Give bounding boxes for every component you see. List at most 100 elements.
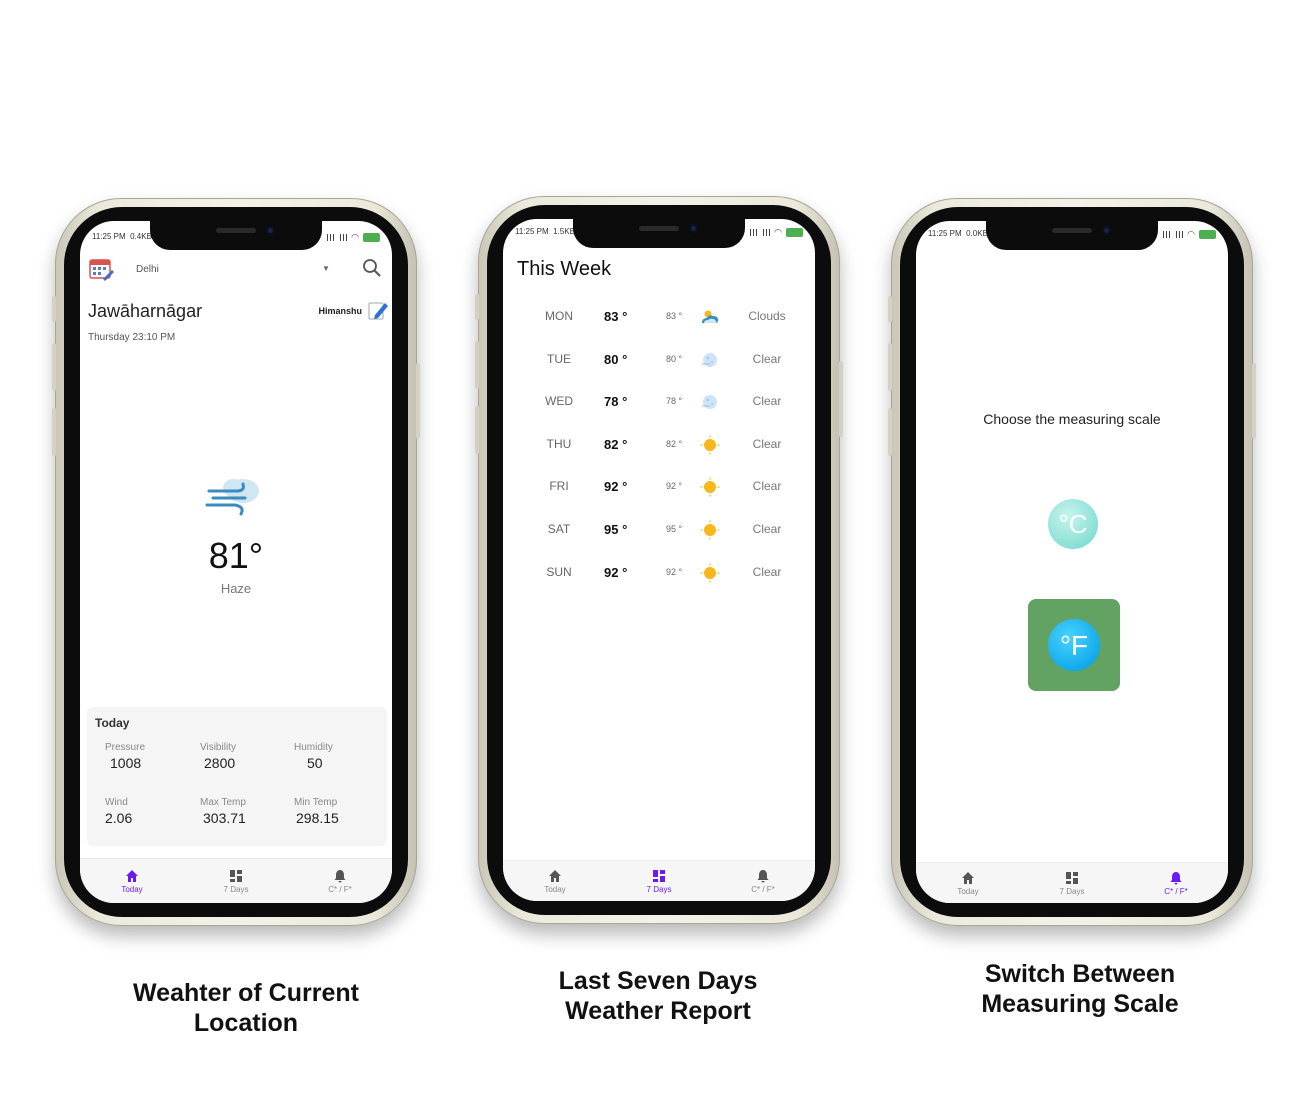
sun-icon	[700, 563, 720, 583]
day-condition: Clear	[752, 564, 782, 579]
bottom-nav: Today 7 Days C* / F*	[503, 860, 815, 901]
day-condition: Clear	[752, 522, 782, 536]
calendar-icon[interactable]	[89, 257, 115, 283]
user-name: Himanshu	[318, 306, 362, 316]
day-row: WED 78 ° 78 ° Clear	[503, 394, 815, 414]
day-condition: Clouds	[748, 309, 786, 323]
day-row: MON 83 ° 83 ° Clouds	[503, 309, 815, 329]
day-low-temp: 82 °	[666, 438, 683, 449]
sun-icon	[700, 477, 720, 497]
nav-today[interactable]: Today	[916, 863, 1020, 903]
card-title: Today	[95, 716, 130, 730]
day-label: TUE	[547, 351, 571, 366]
nav-7-days[interactable]: 7 Days	[184, 859, 288, 903]
nav-scale[interactable]: C* / F*	[711, 861, 815, 901]
day-label: FRI	[549, 479, 569, 494]
day-row: TUE 80 ° 80 ° Clear	[503, 352, 815, 372]
dashboard-icon	[1066, 871, 1078, 884]
fahrenheit-label: °F	[1060, 630, 1088, 661]
battery-icon	[786, 228, 803, 237]
screen-scale: 11:25 PM 0.0KB/s ◠ Choose the measuring …	[916, 221, 1228, 903]
dashboard-icon	[653, 869, 665, 882]
day-row: SAT 95 ° 95 ° Clear	[503, 520, 815, 542]
phone-scale-switch: 11:25 PM 0.0KB/s ◠ Choose the measuring …	[888, 198, 1256, 926]
nav-7-days[interactable]: 7 Days	[1020, 863, 1124, 903]
current-temperature: 81°	[208, 535, 264, 576]
sun-icon	[700, 435, 720, 455]
day-low-temp: 83 °	[666, 311, 683, 321]
day-low-temp: 78 °	[666, 396, 683, 407]
bottom-nav: Today 7 Days C* / F*	[80, 858, 392, 903]
day-high-temp: 92 °	[604, 479, 628, 495]
caption-current-weather: Weahter of Current Location	[133, 979, 359, 1037]
date-time: Thursday 23:10 PM	[88, 332, 176, 343]
stat-pressure: Pressure 1008	[105, 742, 146, 771]
bell-icon	[1170, 871, 1182, 884]
phone-weekly-report: 11:25 PM 1.5KB/s ◠ This Week MON 83 ° 83 °…	[475, 196, 843, 924]
celsius-label: °C	[1058, 509, 1087, 539]
day-low-temp: 92 °	[666, 481, 683, 492]
stat-min-temp: Min Temp 298.15	[294, 797, 339, 826]
fahrenheit-button[interactable]: °F	[1048, 619, 1100, 671]
caption-weekly-report: Last Seven Days Weather Report	[558, 967, 758, 1025]
day-high-temp: 82 °	[604, 436, 628, 452]
day-low-temp: 95 °	[666, 524, 683, 534]
day-row: FRI 92 ° 92 ° Clear	[503, 477, 815, 499]
edit-icon[interactable]	[367, 299, 389, 321]
day-row: SUN 92 ° 92 ° Clear	[503, 563, 815, 585]
day-high-temp: 78 °	[604, 394, 628, 410]
screen-today: 11:25 PM 0.4KB/s ◠ Delhi ▼ Jawāharnāgar …	[80, 221, 392, 903]
day-row: THU 82 ° 82 ° Clear	[503, 435, 815, 457]
moon-icon	[700, 350, 720, 370]
search-icon[interactable]	[362, 258, 382, 278]
day-label: THU	[546, 436, 572, 451]
battery-icon	[363, 233, 380, 242]
day-label: SUN	[546, 564, 572, 579]
day-condition: Clear	[752, 436, 782, 451]
chevron-down-icon[interactable]: ▼	[322, 264, 330, 273]
city-select[interactable]: Delhi	[136, 264, 159, 275]
wifi-icon: ◠	[1187, 229, 1195, 239]
bell-icon	[757, 869, 769, 882]
nav-today[interactable]: Today	[503, 861, 607, 901]
bell-icon	[334, 869, 346, 882]
day-label: WED	[545, 394, 573, 409]
battery-icon	[1199, 230, 1216, 239]
day-condition: Clear	[752, 394, 782, 409]
day-label: SAT	[547, 522, 571, 536]
wifi-icon: ◠	[774, 227, 782, 237]
home-icon	[962, 871, 974, 884]
fahrenheit-selected-tile[interactable]: °F	[1028, 599, 1120, 691]
day-label: MON	[545, 309, 573, 323]
caption-scale-switch: Switch Between Measuring Scale	[981, 960, 1179, 1018]
screen-7-days: 11:25 PM 1.5KB/s ◠ This Week MON 83 ° 83 °…	[503, 219, 815, 901]
home-icon	[549, 869, 561, 882]
day-high-temp: 92 °	[604, 564, 628, 580]
stat-humidity: Humidity 50	[294, 742, 333, 771]
location-name: Jawāharnāgar	[88, 301, 203, 321]
stat-visibility: Visibility 2800	[200, 742, 236, 771]
day-condition: Clear	[752, 351, 782, 366]
day-high-temp: 83 °	[604, 309, 628, 324]
home-icon	[126, 869, 138, 882]
page-title: This Week	[517, 258, 612, 280]
nav-7-days[interactable]: 7 Days	[607, 861, 711, 901]
stat-max-temp: Max Temp 303.71	[200, 797, 246, 826]
celsius-button[interactable]: °C	[1048, 499, 1098, 549]
day-high-temp: 80 °	[604, 351, 628, 367]
nav-today[interactable]: Today	[80, 859, 184, 903]
nav-scale[interactable]: C* / F*	[288, 859, 392, 903]
nav-scale[interactable]: C* / F*	[1124, 863, 1228, 903]
dashboard-icon	[230, 869, 242, 882]
wifi-icon: ◠	[351, 232, 359, 242]
haze-icon	[205, 479, 259, 516]
current-condition: Haze	[220, 581, 252, 596]
moon-icon	[700, 392, 720, 412]
today-card: Today Pressure 1008 Visibility 2800 Humidi…	[87, 707, 387, 846]
day-low-temp: 80 °	[666, 353, 683, 364]
day-condition: Clear	[752, 479, 782, 494]
sun-icon	[700, 520, 720, 540]
cloud-sun-icon	[700, 307, 720, 327]
top-bar: Delhi ▼	[89, 255, 382, 285]
day-high-temp: 95 °	[604, 522, 628, 537]
